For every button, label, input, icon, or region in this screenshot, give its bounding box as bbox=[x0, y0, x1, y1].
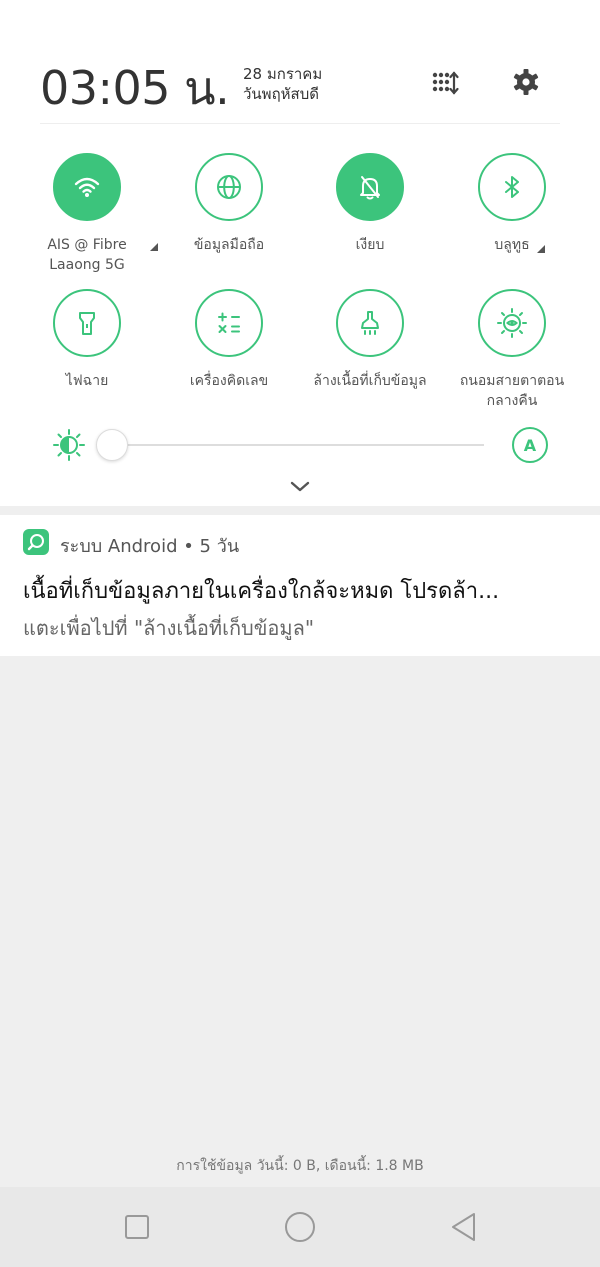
data-usage-text: การใช้ข้อมูล วันนี้: 0 B, เดือนนี้: 1.8 … bbox=[176, 1158, 424, 1174]
auto-brightness-button[interactable]: A bbox=[512, 427, 548, 463]
clean-storage-toggle[interactable] bbox=[336, 289, 404, 357]
globe-icon bbox=[217, 175, 241, 199]
broom-icon bbox=[361, 311, 379, 335]
tile-wifi[interactable]: AIS @ Fibre Laaong 5G bbox=[17, 153, 157, 275]
brightness-slider-thumb[interactable] bbox=[96, 429, 128, 461]
tile-label: เงียบ bbox=[355, 237, 385, 253]
navigation-bar bbox=[0, 1187, 600, 1267]
tile-bluetooth[interactable]: บลูทูธ bbox=[442, 153, 582, 255]
tile-label: เครื่องคิดเลข bbox=[189, 373, 269, 389]
header-divider bbox=[40, 123, 560, 124]
wifi-expand-icon[interactable] bbox=[150, 243, 158, 251]
brightness-icon bbox=[53, 429, 85, 461]
back-button[interactable] bbox=[445, 1209, 481, 1245]
tile-calculator[interactable]: เครื่องคิดเลข bbox=[159, 289, 299, 391]
notification-body: แตะเพื่อไปที่ "ล้างเนื้อที่เก็บข้อมูล" bbox=[23, 616, 315, 640]
quick-settings-panel: 03:05 น. 28 มกราคม วันพฤหัสบดี AIS @ Fib… bbox=[0, 0, 600, 506]
notification-card[interactable]: ระบบ Android • 5 วัน เนื้อที่เก็บข้อมูลภ… bbox=[0, 515, 600, 656]
tile-label: ถนอมสายตาตอน กลางคืน bbox=[459, 373, 565, 409]
gear-icon[interactable] bbox=[511, 67, 541, 97]
clock: 03:05 น. bbox=[40, 61, 230, 115]
bluetooth-expand-icon[interactable] bbox=[537, 245, 545, 253]
recents-button[interactable] bbox=[119, 1209, 155, 1245]
chevron-down-icon[interactable] bbox=[288, 478, 312, 496]
tile-label: ล้างเนื้อที่เก็บข้อมูล bbox=[313, 373, 427, 389]
home-circle-icon bbox=[285, 1212, 315, 1242]
date-day: 28 มกราคม bbox=[243, 65, 323, 83]
back-triangle-icon bbox=[452, 1213, 475, 1241]
tile-label: ไฟฉาย bbox=[65, 373, 109, 389]
recents-square-icon bbox=[125, 1215, 149, 1239]
tile-label: ข้อมูลมือถือ bbox=[193, 237, 265, 253]
android-system-app-icon bbox=[23, 529, 49, 555]
silent-toggle[interactable] bbox=[336, 153, 404, 221]
home-button[interactable] bbox=[282, 1209, 318, 1245]
bluetooth-toggle[interactable] bbox=[478, 153, 546, 221]
tile-clean-storage[interactable]: ล้างเนื้อที่เก็บข้อมูล bbox=[300, 289, 440, 391]
tile-silent[interactable]: เงียบ bbox=[300, 153, 440, 255]
tile-eye-comfort[interactable]: ถนอมสายตาตอน กลางคืน bbox=[442, 289, 582, 411]
date: 28 มกราคม วันพฤหัสบดี bbox=[243, 64, 322, 104]
flashlight-toggle[interactable] bbox=[53, 289, 121, 357]
brightness-row: A bbox=[0, 425, 600, 465]
bluetooth-icon bbox=[505, 176, 519, 198]
wifi-toggle[interactable] bbox=[53, 153, 121, 221]
mobile-data-toggle[interactable] bbox=[195, 153, 263, 221]
tile-mobile-data[interactable]: ข้อมูลมือถือ bbox=[159, 153, 299, 255]
wifi-icon bbox=[74, 177, 100, 197]
tile-label: AIS @ Fibre Laaong 5G bbox=[47, 237, 127, 273]
eye-comfort-toggle[interactable] bbox=[478, 289, 546, 357]
flashlight-icon bbox=[79, 312, 95, 335]
date-weekday: วันพฤหัสบดี bbox=[243, 85, 319, 103]
notification-title: เนื้อที่เก็บข้อมูลภายในเครื่องใกล้จะหมด … bbox=[23, 579, 500, 604]
notification-app-name: ระบบ Android • 5 วัน bbox=[60, 536, 240, 557]
tile-flashlight[interactable]: ไฟฉาย bbox=[17, 289, 157, 391]
calculator-icon bbox=[218, 312, 240, 333]
eye-comfort-icon bbox=[497, 308, 527, 338]
bell-off-icon bbox=[360, 176, 380, 200]
edit-tiles-icon[interactable] bbox=[430, 68, 460, 98]
brightness-slider-track[interactable] bbox=[112, 444, 484, 446]
tile-label: บลูทูธ bbox=[494, 237, 530, 253]
calculator-toggle[interactable] bbox=[195, 289, 263, 357]
